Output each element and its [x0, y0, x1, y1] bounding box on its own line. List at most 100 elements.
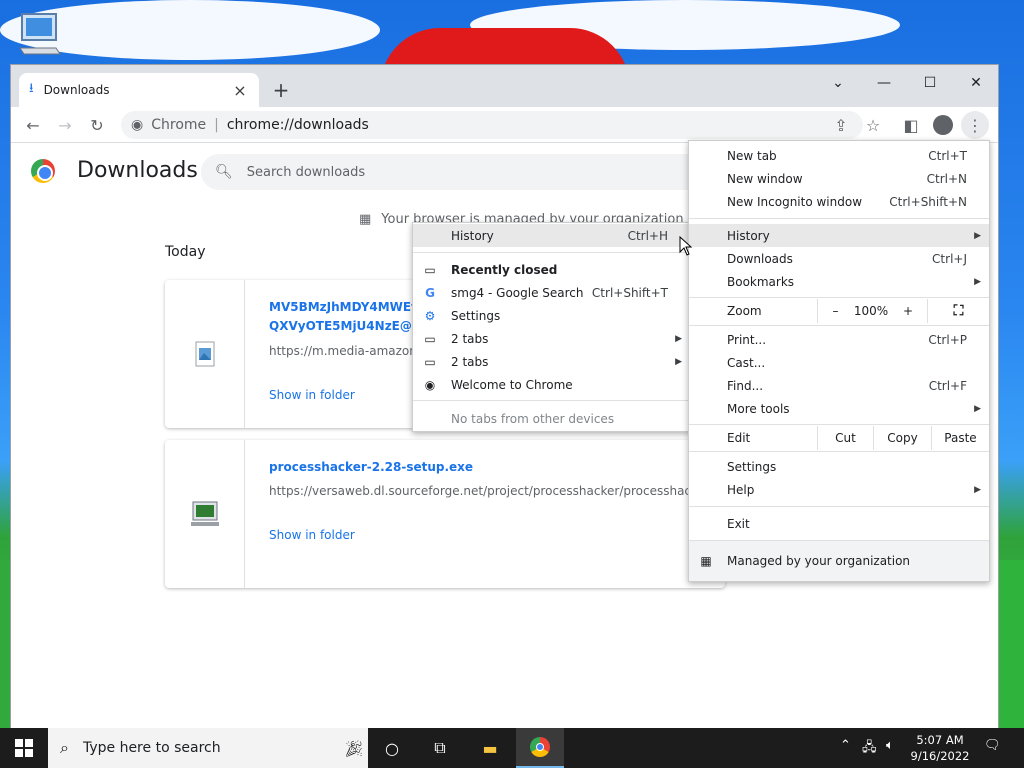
network-icon[interactable]: 🖧︎	[862, 738, 877, 760]
history-submenu: History Ctrl+H ▭ Recently closed G smg4 …	[412, 222, 691, 432]
window-icon: ▭	[424, 262, 436, 277]
menu-item-recent-tab[interactable]: ⚙ Settings	[413, 304, 690, 327]
menu-item-label: Help	[727, 482, 755, 497]
show-in-folder-link[interactable]: Show in folder	[269, 528, 355, 542]
image-icon	[195, 341, 214, 367]
menu-separator	[413, 400, 690, 401]
reload-button[interactable]: ↻	[83, 111, 111, 139]
search-downloads-input[interactable]: 🔍︎ Search downloads	[201, 154, 761, 190]
menu-item-shortcut: Ctrl+H	[627, 228, 668, 243]
chevron-right-icon: ▶	[974, 403, 981, 414]
downloads-header: Downloads	[31, 158, 198, 183]
menu-item-cast[interactable]: Cast...	[689, 351, 989, 374]
taskbar-search-input[interactable]: ⌕ Type here to search 🎉︎	[48, 728, 368, 768]
address-bar[interactable]: ◉ Chrome | chrome://downloads	[121, 111, 863, 139]
reload-icon: ↻	[90, 115, 104, 135]
side-panel-button[interactable]: ◧	[897, 111, 925, 139]
menu-item-shortcut: Ctrl+P	[928, 332, 967, 347]
menu-item-recent-tab[interactable]: ◉ Welcome to Chrome	[413, 373, 690, 396]
search-icon: 🔍︎	[215, 164, 233, 180]
show-in-folder-link[interactable]: Show in folder	[269, 388, 355, 402]
menu-item-shortcut: Ctrl+F	[928, 378, 967, 393]
back-button[interactable]: ←	[19, 111, 47, 139]
menu-separator	[689, 297, 989, 298]
task-view-icon: ⧉	[434, 738, 446, 757]
bookmark-star-button[interactable]: ☆	[859, 111, 887, 139]
menu-item-new-window[interactable]: New window Ctrl+N	[689, 167, 989, 190]
folder-icon: ▬	[482, 738, 498, 758]
fullscreen-icon: ⛶	[953, 303, 964, 319]
menu-item-new-incognito[interactable]: New Incognito window Ctrl+Shift+N	[689, 190, 989, 213]
menu-item-label: 2 tabs	[451, 331, 489, 346]
toolbar: ← → ↻ ◉ Chrome | chrome://downloads ⇪ ☆ …	[11, 107, 998, 143]
maximize-button[interactable]: ☐	[907, 69, 953, 97]
minimize-button[interactable]: —	[861, 69, 907, 97]
menu-item-find[interactable]: Find... Ctrl+F	[689, 374, 989, 397]
menu-separator	[689, 451, 989, 452]
share-button[interactable]: ⇪	[827, 111, 855, 139]
taskbar-clock[interactable]: 5:07 AM 9/16/2022	[908, 732, 972, 764]
menu-item-recent-window[interactable]: ▭ 2 tabs ▶	[413, 327, 690, 350]
menu-item-label: History	[727, 228, 770, 243]
more-vert-icon: ⋮	[967, 115, 983, 135]
menu-item-recent-window[interactable]: ▭ 2 tabs ▶	[413, 350, 690, 373]
menu-item-zoom: Zoom – 100% + ⛶	[689, 299, 989, 323]
section-today: Today	[165, 244, 206, 260]
menu-item-bookmarks[interactable]: Bookmarks ▶	[689, 270, 989, 293]
chevron-down-icon: ⌄	[832, 75, 844, 91]
paste-button[interactable]: Paste	[931, 426, 989, 450]
menu-item-label: Managed by your organization	[727, 554, 911, 568]
menu-item-help[interactable]: Help ▶	[689, 478, 989, 501]
chevron-up-icon[interactable]: ⌃	[840, 738, 851, 753]
menu-item-history[interactable]: History Ctrl+H	[413, 224, 690, 247]
menu-item-label: New window	[727, 171, 803, 186]
task-view-button[interactable]: ⧉	[416, 728, 464, 768]
menu-item-edit: Edit Cut Copy Paste	[689, 426, 989, 450]
chrome-taskbar-button[interactable]	[516, 728, 564, 768]
menu-item-label: Exit	[727, 516, 750, 531]
menu-item-new-tab[interactable]: New tab Ctrl+T	[689, 144, 989, 167]
address-site-label: Chrome	[151, 117, 207, 133]
fullscreen-button[interactable]: ⛶	[927, 299, 989, 323]
menu-item-more-tools[interactable]: More tools ▶	[689, 397, 989, 420]
zoom-level: 100%	[853, 304, 889, 318]
download-url[interactable]: https://versaweb.dl.sourceforge.net/proj…	[269, 484, 709, 498]
chevron-right-icon: ▶	[675, 333, 682, 344]
circle-icon: ○	[385, 738, 399, 758]
menu-item-downloads[interactable]: Downloads Ctrl+J	[689, 247, 989, 270]
menu-item-settings[interactable]: Settings	[689, 455, 989, 478]
cut-button[interactable]: Cut	[817, 426, 873, 450]
menu-separator	[689, 424, 989, 425]
menu-item-label: Find...	[727, 378, 764, 393]
chrome-menu-button[interactable]: ⋮	[961, 111, 989, 139]
download-item: processhacker-2.28-setup.exe https://ver…	[165, 440, 725, 588]
menu-separator	[689, 506, 989, 507]
tab-downloads[interactable]: ⭳ Downloads ×	[19, 73, 259, 107]
menu-item-exit[interactable]: Exit	[689, 512, 989, 535]
my-computer-desktop-icon[interactable]	[16, 10, 64, 62]
close-tab-icon[interactable]: ×	[231, 81, 249, 100]
zoom-out-button[interactable]: –	[817, 299, 853, 323]
menu-item-recent-tab[interactable]: G smg4 - Google Search Ctrl+Shift+T	[413, 281, 690, 304]
profile-button[interactable]	[929, 111, 957, 139]
menu-item-label: Welcome to Chrome	[451, 377, 573, 392]
tab-search-button[interactable]: ⌄	[815, 69, 861, 97]
new-tab-button[interactable]: +	[269, 78, 293, 102]
recently-closed-header: ▭ Recently closed	[413, 258, 690, 281]
volume-icon[interactable]: 🔈︎	[886, 738, 894, 753]
menu-item-history[interactable]: History ▶	[689, 224, 989, 247]
menu-item-label: No tabs from other devices	[451, 411, 615, 426]
close-window-button[interactable]: ✕	[953, 69, 999, 97]
menu-item-managed[interactable]: ▦ Managed by your organization	[689, 541, 989, 581]
chrome-main-menu: New tab Ctrl+T New window Ctrl+N New Inc…	[688, 140, 990, 582]
file-explorer-button[interactable]: ▬	[466, 728, 514, 768]
menu-item-print[interactable]: Print... Ctrl+P	[689, 328, 989, 351]
cortana-button[interactable]: ○	[368, 728, 416, 768]
start-button[interactable]	[0, 728, 48, 768]
copy-button[interactable]: Copy	[873, 426, 931, 450]
download-file-name[interactable]: processhacker-2.28-setup.exe	[269, 458, 709, 477]
notification-icon[interactable]: 🗨︎	[984, 738, 1001, 753]
windows-logo-icon	[15, 739, 33, 757]
forward-button[interactable]: →	[51, 111, 79, 139]
zoom-in-button[interactable]: +	[889, 299, 927, 323]
